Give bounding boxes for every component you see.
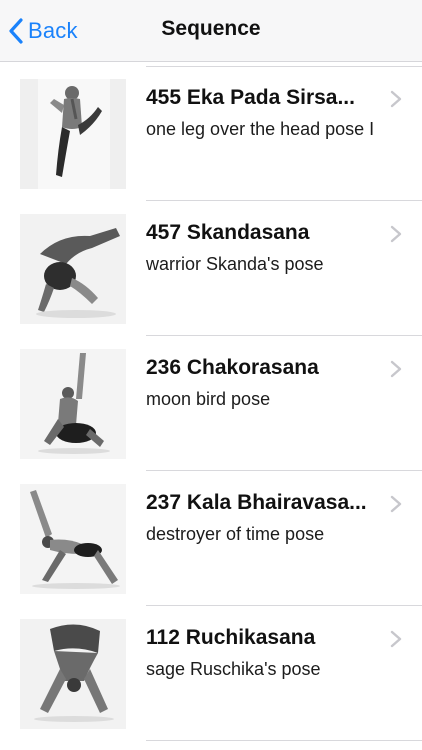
pose-photo [20,214,126,324]
pose-subtitle: destroyer of time pose [146,524,325,544]
chevron-right-icon [390,360,402,378]
pose-title: 112 Ruchikasana [146,626,316,649]
chevron-right-icon [390,90,402,108]
pose-thumbnail [20,214,126,324]
pose-subtitle: one leg over the head pose I [146,119,375,139]
chevron-right-icon [390,495,402,513]
pose-subtitle: moon bird pose [146,389,271,409]
page-title: Sequence [161,17,261,40]
pose-title: 457 Skandasana [146,221,310,244]
pose-thumbnail [20,79,126,189]
pose-list: 455 Eka Pada Sirsa... one leg over the h… [0,66,422,741]
back-button[interactable]: Back [8,14,78,48]
back-label: Back [28,18,78,43]
pose-thumbnail [20,619,126,729]
pose-title: 455 Eka Pada Sirsa... [146,86,355,109]
pose-title: 236 Chakorasana [146,356,319,379]
list-item[interactable]: 457 Skandasana warrior Skanda's pose [0,201,422,336]
pose-thumbnail [20,349,126,459]
pose-photo [20,619,126,729]
pose-subtitle: sage Ruschika's pose [146,659,321,679]
pose-title: 237 Kala Bhairavasa... [146,491,367,514]
pose-thumbnail [20,484,126,594]
chevron-right-icon [390,630,402,648]
pose-photo [20,484,126,594]
pose-photo [20,349,126,459]
list-item[interactable]: 237 Kala Bhairavasa... destroyer of time… [0,471,422,606]
list-item[interactable]: 112 Ruchikasana sage Ruschika's pose [0,606,422,741]
chevron-right-icon [390,225,402,243]
list-item[interactable]: 236 Chakorasana moon bird pose [0,336,422,471]
pose-photo [20,79,126,189]
chevron-left-icon [9,18,23,44]
list-item[interactable]: 455 Eka Pada Sirsa... one leg over the h… [0,66,422,201]
navigation-bar: Back Sequence [0,0,422,62]
pose-subtitle: warrior Skanda's pose [146,254,324,274]
